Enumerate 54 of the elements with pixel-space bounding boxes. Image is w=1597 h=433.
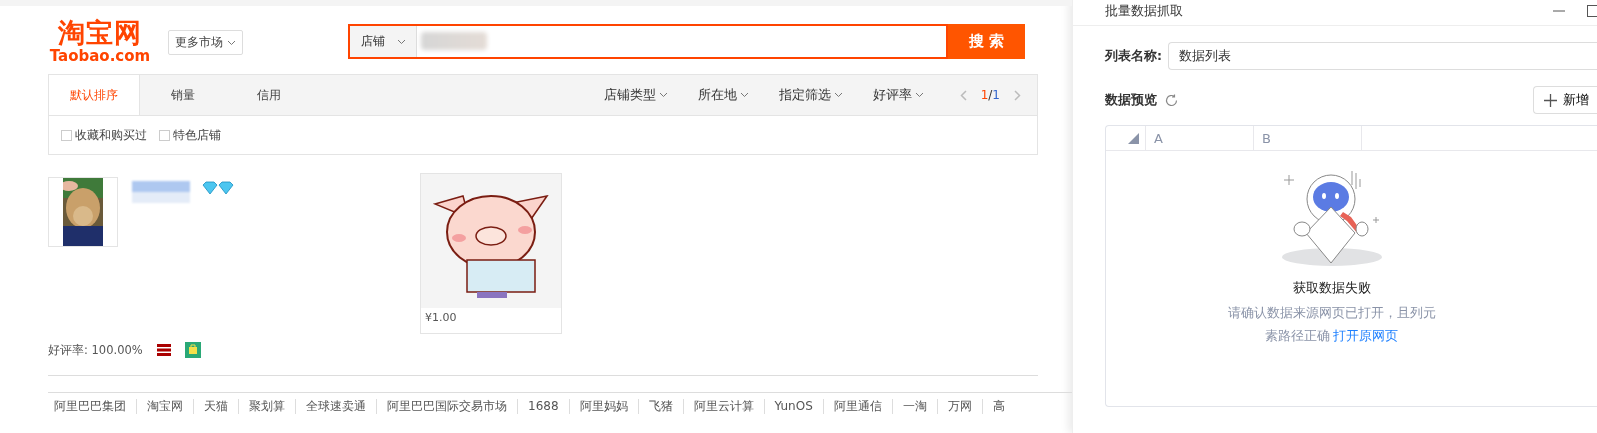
footer-link[interactable]: 高: [981, 399, 1015, 414]
maximize-icon[interactable]: [1587, 4, 1597, 17]
previous-page-icon[interactable]: [959, 89, 967, 101]
page-indicator: 1/1: [980, 88, 1000, 102]
footer-link[interactable]: 一淘: [891, 399, 937, 414]
add-button[interactable]: 新增: [1533, 86, 1597, 114]
next-page-icon[interactable]: [1014, 89, 1021, 101]
chevron-down-icon: [227, 39, 236, 46]
open-page-link[interactable]: 打开原网页: [1333, 328, 1399, 343]
empty-state-message: 请确认数据来源网页已打开，且列元素路径正确 打开原网页: [1226, 304, 1437, 345]
logo-text: 淘宝网: [58, 18, 142, 48]
footer-link[interactable]: 天猫: [193, 399, 238, 414]
list-name-label: 列表名称:: [1105, 47, 1162, 65]
footer-link[interactable]: 阿里云计算: [682, 399, 764, 414]
diamond-rank-icon: [202, 181, 234, 195]
search-scope-dropdown[interactable]: 店铺: [350, 26, 417, 57]
footer-link[interactable]: 阿里巴巴国际交易市场: [376, 399, 517, 414]
rating-text: 好评率: 100.00%: [48, 342, 143, 358]
filter-checkbox[interactable]: 收藏和购买过: [61, 126, 147, 144]
footer-link[interactable]: 飞猪: [637, 399, 683, 414]
sort-tab[interactable]: 销量: [140, 75, 226, 115]
product-card[interactable]: ¥1.00: [420, 173, 562, 334]
bag-badge-icon: [184, 342, 201, 358]
sort-tab[interactable]: 默认排序: [49, 75, 140, 115]
chevron-down-icon: [833, 92, 843, 98]
chevron-down-icon: [658, 92, 668, 98]
footer-link[interactable]: 1688: [517, 399, 569, 414]
search-field[interactable]: 店铺: [348, 24, 948, 59]
footer-link[interactable]: 阿里妈妈: [568, 399, 638, 414]
footer-link[interactable]: 全球速卖通: [295, 399, 376, 414]
more-markets-dropdown[interactable]: 更多市场: [168, 30, 243, 55]
refresh-icon[interactable]: [1165, 93, 1178, 107]
preview-label: 数据预览: [1105, 91, 1157, 109]
footer-link[interactable]: 万网: [936, 399, 982, 414]
redacted-text: [421, 32, 487, 50]
stripes-badge-icon: [156, 344, 171, 356]
filter-checkbox[interactable]: 特色店铺: [159, 126, 221, 144]
footer-link[interactable]: 聚划算: [238, 399, 295, 414]
chevron-down-icon: [396, 38, 406, 45]
logo-domain: Taobao.com: [49, 48, 151, 64]
redacted-text: [132, 181, 190, 203]
product-price: ¥1.00: [424, 310, 458, 326]
footer-link[interactable]: 阿里通信: [822, 399, 892, 414]
chevron-down-icon: [914, 92, 924, 98]
footer-link[interactable]: 阿里巴巴集团: [48, 399, 136, 414]
footer-link[interactable]: YunOS: [763, 399, 823, 414]
select-all-icon[interactable]: [1128, 132, 1139, 144]
footer-link[interactable]: 淘宝网: [136, 399, 193, 414]
empty-state-title: 获取数据失败: [1292, 279, 1371, 297]
sort-tab[interactable]: 信用: [226, 75, 312, 115]
list-name-field[interactable]: 数据列表: [1168, 42, 1597, 70]
panel-title: 批量数据抓取: [1105, 1, 1183, 20]
plus-icon: [1544, 93, 1557, 107]
chevron-down-icon: [739, 92, 749, 98]
